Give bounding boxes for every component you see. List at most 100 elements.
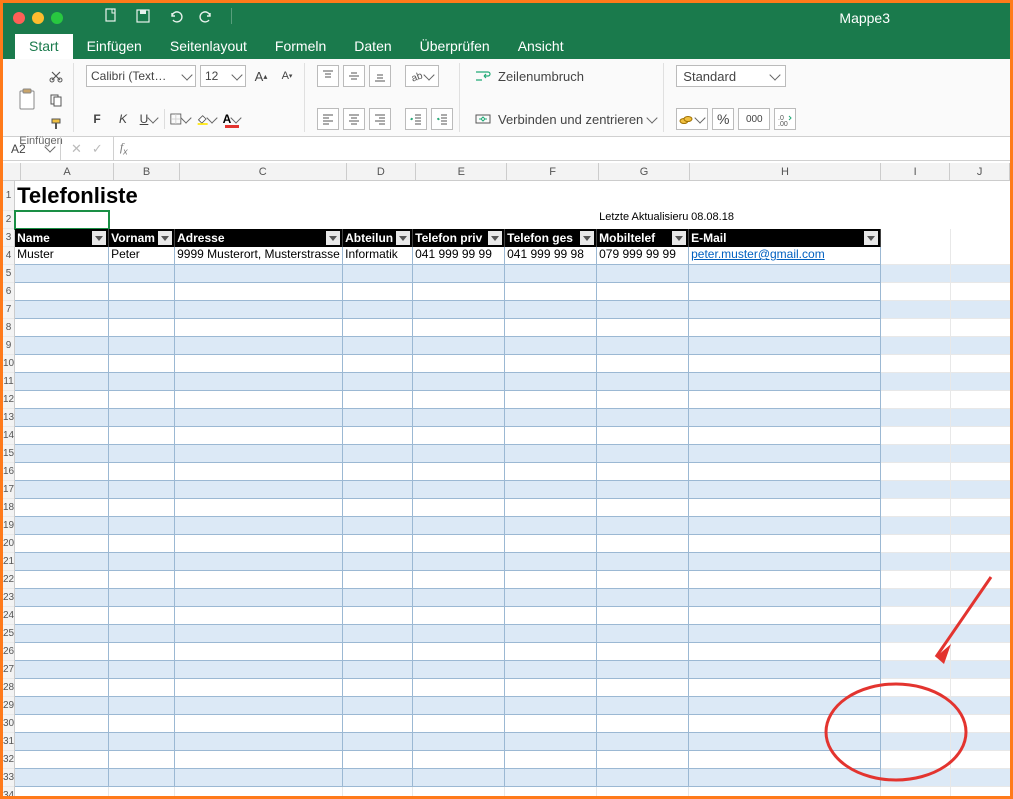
table-cell[interactable]: [505, 733, 597, 751]
table-cell[interactable]: [175, 481, 343, 499]
table-cell[interactable]: [413, 445, 505, 463]
filter-button[interactable]: [396, 231, 410, 245]
cell[interactable]: [881, 679, 951, 697]
table-cell[interactable]: [343, 409, 413, 427]
table-cell[interactable]: [505, 769, 597, 787]
row-header[interactable]: 2: [3, 211, 14, 229]
table-cell[interactable]: [175, 463, 343, 481]
table-cell[interactable]: [597, 409, 689, 427]
cell[interactable]: [951, 553, 1010, 571]
table-cell[interactable]: [505, 589, 597, 607]
col-header[interactable]: F: [507, 163, 598, 180]
ribbon-tab-einfuegen[interactable]: Einfügen: [73, 34, 156, 59]
table-cell[interactable]: 041 999 99 98: [505, 247, 597, 265]
email-link[interactable]: peter.muster@gmail.com: [689, 247, 881, 265]
table-cell[interactable]: [343, 679, 413, 697]
table-cell[interactable]: [413, 679, 505, 697]
table-cell[interactable]: [505, 373, 597, 391]
ribbon-tab-ansicht[interactable]: Ansicht: [504, 34, 578, 59]
table-cell[interactable]: [175, 391, 343, 409]
percent-button[interactable]: %: [712, 108, 734, 130]
table-cell[interactable]: [597, 283, 689, 301]
row-header[interactable]: 11: [3, 373, 14, 391]
table-cell[interactable]: [109, 337, 175, 355]
table-cell[interactable]: [413, 409, 505, 427]
table-cell[interactable]: [413, 661, 505, 679]
table-cell[interactable]: [109, 301, 175, 319]
cell[interactable]: [881, 409, 951, 427]
table-cell[interactable]: [343, 445, 413, 463]
cell[interactable]: [597, 787, 689, 796]
ribbon-tab-daten[interactable]: Daten: [340, 34, 405, 59]
table-cell[interactable]: [505, 319, 597, 337]
table-cell[interactable]: [343, 391, 413, 409]
table-cell[interactable]: 9999 Musterort, Musterstrasse: [175, 247, 343, 265]
table-cell[interactable]: [413, 517, 505, 535]
row-header[interactable]: 34: [3, 787, 14, 796]
filter-button[interactable]: [488, 231, 502, 245]
cell[interactable]: [951, 445, 1010, 463]
decrease-indent-button[interactable]: [405, 108, 427, 130]
table-cell[interactable]: [15, 607, 109, 625]
filter-button[interactable]: [326, 231, 340, 245]
row-header[interactable]: 27: [3, 661, 14, 679]
table-cell[interactable]: [597, 319, 689, 337]
row-header[interactable]: 25: [3, 625, 14, 643]
table-cell[interactable]: [505, 643, 597, 661]
table-cell[interactable]: [597, 715, 689, 733]
table-cell[interactable]: [15, 715, 109, 733]
table-cell[interactable]: [109, 427, 175, 445]
table-header[interactable]: Adresse: [175, 229, 343, 247]
table-cell[interactable]: [413, 589, 505, 607]
table-cell[interactable]: [597, 391, 689, 409]
cell[interactable]: [951, 355, 1010, 373]
table-cell[interactable]: [343, 373, 413, 391]
cell[interactable]: [951, 373, 1010, 391]
table-cell[interactable]: [109, 697, 175, 715]
table-cell[interactable]: [15, 409, 109, 427]
table-cell[interactable]: [15, 661, 109, 679]
table-cell[interactable]: [15, 481, 109, 499]
save-icon[interactable]: [135, 8, 151, 29]
table-cell[interactable]: [109, 751, 175, 769]
cell[interactable]: [951, 625, 1010, 643]
table-cell[interactable]: [109, 409, 175, 427]
cell[interactable]: [951, 535, 1010, 553]
selected-cell[interactable]: [15, 211, 109, 229]
table-cell[interactable]: [689, 697, 881, 715]
table-cell[interactable]: [175, 625, 343, 643]
table-cell[interactable]: [175, 733, 343, 751]
table-cell[interactable]: [175, 769, 343, 787]
table-cell[interactable]: [343, 283, 413, 301]
table-cell[interactable]: [505, 715, 597, 733]
table-cell[interactable]: [413, 265, 505, 283]
cell[interactable]: [951, 607, 1010, 625]
row-header[interactable]: 14: [3, 427, 14, 445]
cell[interactable]: [881, 283, 951, 301]
table-cell[interactable]: [343, 607, 413, 625]
row-header[interactable]: 7: [3, 301, 14, 319]
table-cell[interactable]: [597, 301, 689, 319]
table-cell[interactable]: [597, 265, 689, 283]
cell[interactable]: [881, 697, 951, 715]
row-header[interactable]: 8: [3, 319, 14, 337]
table-cell[interactable]: [109, 769, 175, 787]
table-cell[interactable]: [175, 553, 343, 571]
table-cell[interactable]: [109, 283, 175, 301]
table-cell[interactable]: [689, 301, 881, 319]
table-cell[interactable]: [505, 409, 597, 427]
table-cell[interactable]: [505, 535, 597, 553]
table-cell[interactable]: [175, 535, 343, 553]
table-cell[interactable]: [689, 373, 881, 391]
cell[interactable]: [881, 751, 951, 769]
merge-center-button[interactable]: Verbinden und zentrieren: [498, 112, 643, 127]
cell[interactable]: [881, 211, 951, 229]
row-header[interactable]: 31: [3, 733, 14, 751]
table-cell[interactable]: [15, 535, 109, 553]
table-cell[interactable]: [175, 715, 343, 733]
table-cell[interactable]: [505, 679, 597, 697]
table-cell[interactable]: [175, 697, 343, 715]
table-cell[interactable]: [175, 265, 343, 283]
row-header[interactable]: 33: [3, 769, 14, 787]
table-cell[interactable]: [175, 679, 343, 697]
